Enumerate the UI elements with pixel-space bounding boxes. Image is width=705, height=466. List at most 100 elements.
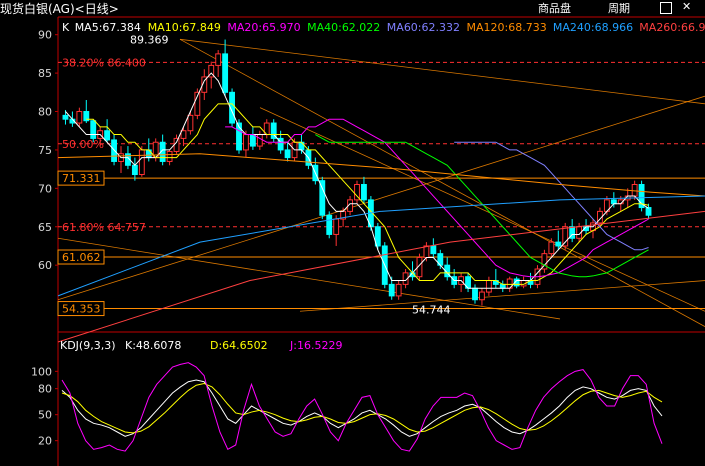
candle[interactable] xyxy=(485,276,492,296)
candle[interactable] xyxy=(361,176,367,204)
kdj-j-line xyxy=(61,362,663,452)
candle-body xyxy=(333,218,340,235)
price-tick-label: 65 xyxy=(38,221,52,234)
candle[interactable] xyxy=(444,257,451,281)
candle[interactable] xyxy=(465,272,471,293)
candle[interactable] xyxy=(645,203,652,220)
ma-legend-item: MA60:62.332 xyxy=(387,21,460,34)
trend-line xyxy=(57,237,561,320)
candle[interactable] xyxy=(395,280,402,300)
candle[interactable] xyxy=(256,130,263,150)
price-reference-lines xyxy=(57,38,705,327)
price-tick-label: 85 xyxy=(38,67,52,80)
candle[interactable] xyxy=(562,222,569,250)
candle-body xyxy=(479,291,485,301)
candle[interactable] xyxy=(479,288,485,306)
candle-body xyxy=(645,207,652,216)
candle-body xyxy=(562,226,569,247)
ma-legend-item: MA240:68.966 xyxy=(553,21,633,34)
ma-legend-item: MA260:66.96 xyxy=(639,21,705,34)
candle[interactable] xyxy=(437,249,444,270)
candle-body xyxy=(62,114,69,120)
ma-legend-item: MA20:65.970 xyxy=(227,21,300,34)
kdj-legend-item: KDJ(9,3,3) xyxy=(60,339,116,352)
price-tick-label: 75 xyxy=(38,144,52,157)
ma60-line xyxy=(454,141,649,251)
candle-body xyxy=(485,280,492,293)
high-price-label: 89.369 xyxy=(130,33,169,46)
candle[interactable] xyxy=(270,119,277,143)
kdj-legend-item: D:64.6502 xyxy=(210,339,268,352)
kdj-panel: 20 50 80 100 xyxy=(31,362,663,452)
kdj-legend-item: K:48.6078 xyxy=(125,339,181,352)
fib-500-label: 50.00% xyxy=(62,138,104,151)
candle[interactable] xyxy=(249,126,256,150)
candle[interactable] xyxy=(138,146,145,177)
candle[interactable] xyxy=(333,215,340,246)
low-price-label: 54.744 xyxy=(412,304,451,317)
candle[interactable] xyxy=(118,146,124,173)
candle-body xyxy=(326,214,333,235)
price-tick-label: 60 xyxy=(38,259,52,272)
candle-body xyxy=(138,149,145,176)
kdj-tick-label: 20 xyxy=(38,435,52,448)
candle-body xyxy=(166,150,173,162)
candle-body xyxy=(499,283,506,289)
candle[interactable] xyxy=(423,242,430,262)
candle[interactable] xyxy=(76,107,83,127)
candle[interactable] xyxy=(499,280,506,293)
trend-line xyxy=(179,38,705,327)
candle-body xyxy=(131,164,138,176)
candle-body xyxy=(104,130,111,141)
candle-body xyxy=(187,114,194,132)
candle-body xyxy=(284,149,291,159)
candle[interactable] xyxy=(312,157,319,185)
candle-body xyxy=(76,111,83,124)
trend-line xyxy=(57,95,705,301)
candle[interactable] xyxy=(472,284,478,304)
candle-body xyxy=(243,134,249,151)
candle-body xyxy=(555,241,562,247)
candlesticks[interactable] xyxy=(62,39,652,306)
kdj-k-line xyxy=(61,379,663,437)
candle-body xyxy=(423,245,430,258)
candle[interactable] xyxy=(319,176,326,220)
candle-body xyxy=(430,245,437,255)
ma-legend-item: MA10:67.849 xyxy=(148,21,221,34)
price-tick-label: 90 xyxy=(38,29,52,42)
ma-legend-item: MA5:67.384 xyxy=(75,21,141,34)
candle[interactable] xyxy=(326,211,333,239)
candle[interactable] xyxy=(131,157,138,181)
candle[interactable] xyxy=(104,119,111,143)
candle[interactable] xyxy=(492,269,499,289)
candle-body xyxy=(472,287,478,301)
price-box-label: 61.062 xyxy=(62,251,101,264)
candle-body xyxy=(180,130,187,139)
candle[interactable] xyxy=(263,119,270,139)
ma260-line xyxy=(57,210,705,343)
candle[interactable] xyxy=(354,180,360,204)
candle-body xyxy=(256,134,263,147)
candle[interactable] xyxy=(590,219,596,239)
candle-body xyxy=(215,53,222,66)
price-box-label: 54.353 xyxy=(62,303,101,316)
price-tick-label: 70 xyxy=(38,182,52,195)
candle-body xyxy=(361,184,367,201)
candle[interactable] xyxy=(222,39,229,97)
candle[interactable] xyxy=(541,249,548,273)
ma120-line xyxy=(57,153,705,197)
candle[interactable] xyxy=(638,180,645,212)
candle-body xyxy=(319,180,326,216)
candle[interactable] xyxy=(569,219,576,243)
candle[interactable] xyxy=(430,238,437,258)
candle-body xyxy=(548,241,555,255)
price-tick-label: 80 xyxy=(38,106,52,119)
candle[interactable] xyxy=(284,142,291,162)
candle[interactable] xyxy=(236,119,242,154)
chart-canvas: 60 65 70 75 80 85 90 K MA5:67.384 MA10:67.849 MA2… xyxy=(31,16,705,466)
price-axis: 60 65 70 75 80 85 90 xyxy=(38,29,58,272)
candle[interactable] xyxy=(520,276,527,289)
ma-legend-item: MA120:68.733 xyxy=(467,21,547,34)
candle-body xyxy=(222,53,229,93)
candle[interactable] xyxy=(215,50,222,77)
